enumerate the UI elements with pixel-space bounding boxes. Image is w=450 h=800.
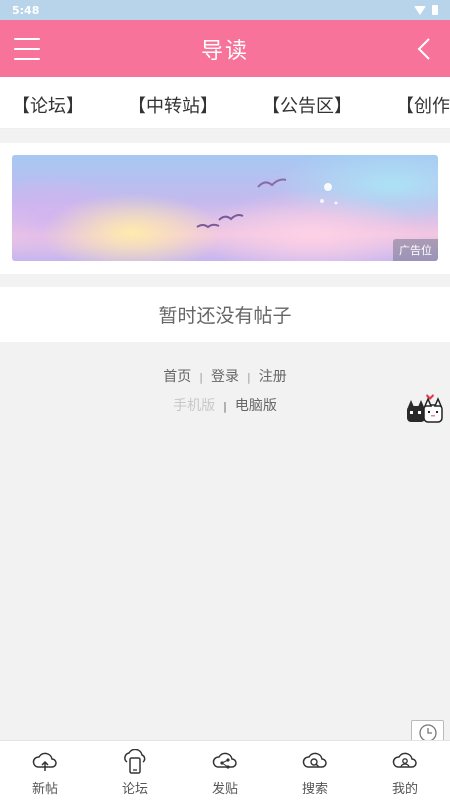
- tab-label: 搜索: [301, 782, 328, 797]
- home-link[interactable]: 首页: [163, 369, 191, 385]
- tab-search[interactable]: 搜索: [270, 741, 360, 800]
- banner-section: 广告位: [0, 143, 450, 274]
- empty-message: 暂时还没有帖子: [158, 305, 292, 327]
- battery-icon: [432, 5, 438, 15]
- bird-icon: [196, 223, 220, 229]
- cloud-phone-icon: [124, 749, 146, 774]
- tab-post[interactable]: 发贴: [180, 741, 270, 800]
- nav-item-forum[interactable]: 【论坛】: [12, 92, 84, 118]
- login-link[interactable]: 登录: [211, 369, 239, 385]
- bottom-nav: 新帖 论坛 发贴 搜索 我的: [0, 740, 450, 800]
- tab-new-posts[interactable]: 新帖: [0, 741, 90, 800]
- tab-label: 发贴: [211, 782, 238, 797]
- version-links: 手机版 | 电脑版: [0, 395, 450, 415]
- nav-item-announcement[interactable]: 【公告区】: [262, 92, 352, 118]
- desktop-version-link[interactable]: 电脑版: [235, 398, 277, 414]
- top-app-bar: 导读: [0, 20, 450, 77]
- separator: |: [247, 371, 251, 384]
- cloud-user-icon: [392, 752, 417, 768]
- tab-profile[interactable]: 我的: [360, 741, 450, 800]
- tab-forum[interactable]: 论坛: [90, 741, 180, 800]
- ad-banner[interactable]: 广告位: [12, 155, 438, 261]
- status-bar: 5:48: [0, 0, 450, 20]
- bird-icon: [218, 214, 244, 221]
- tab-label: 论坛: [121, 782, 148, 797]
- bird-icon: [257, 178, 287, 188]
- sparkle-icon: [320, 183, 338, 205]
- tab-label: 我的: [391, 782, 418, 797]
- page-title: 导读: [200, 38, 249, 64]
- cloud-upload-icon: [32, 752, 57, 771]
- status-time: 5:48: [12, 3, 40, 17]
- wifi-icon: [414, 5, 426, 15]
- chevron-left-icon[interactable]: [414, 38, 436, 60]
- mascot-cats-icon: [407, 394, 443, 423]
- cloud-search-icon: [302, 752, 327, 768]
- menu-icon[interactable]: [14, 38, 40, 60]
- footer-links: 首页 | 登录 | 注册: [0, 366, 450, 386]
- ad-label: 广告位: [393, 239, 438, 261]
- tab-label: 新帖: [31, 782, 58, 797]
- separator: |: [199, 371, 203, 384]
- posts-empty-state: 暂时还没有帖子: [0, 287, 450, 342]
- nav-item-transfer-station[interactable]: 【中转站】: [128, 92, 218, 118]
- nav-item-creation[interactable]: 【创作: [396, 92, 450, 118]
- category-nav: 【论坛】 【中转站】 【公告区】 【创作: [0, 77, 450, 129]
- mobile-version-link[interactable]: 手机版: [173, 398, 215, 414]
- separator: |: [223, 400, 227, 413]
- cloud-share-icon: [212, 752, 237, 769]
- register-link[interactable]: 注册: [259, 369, 287, 385]
